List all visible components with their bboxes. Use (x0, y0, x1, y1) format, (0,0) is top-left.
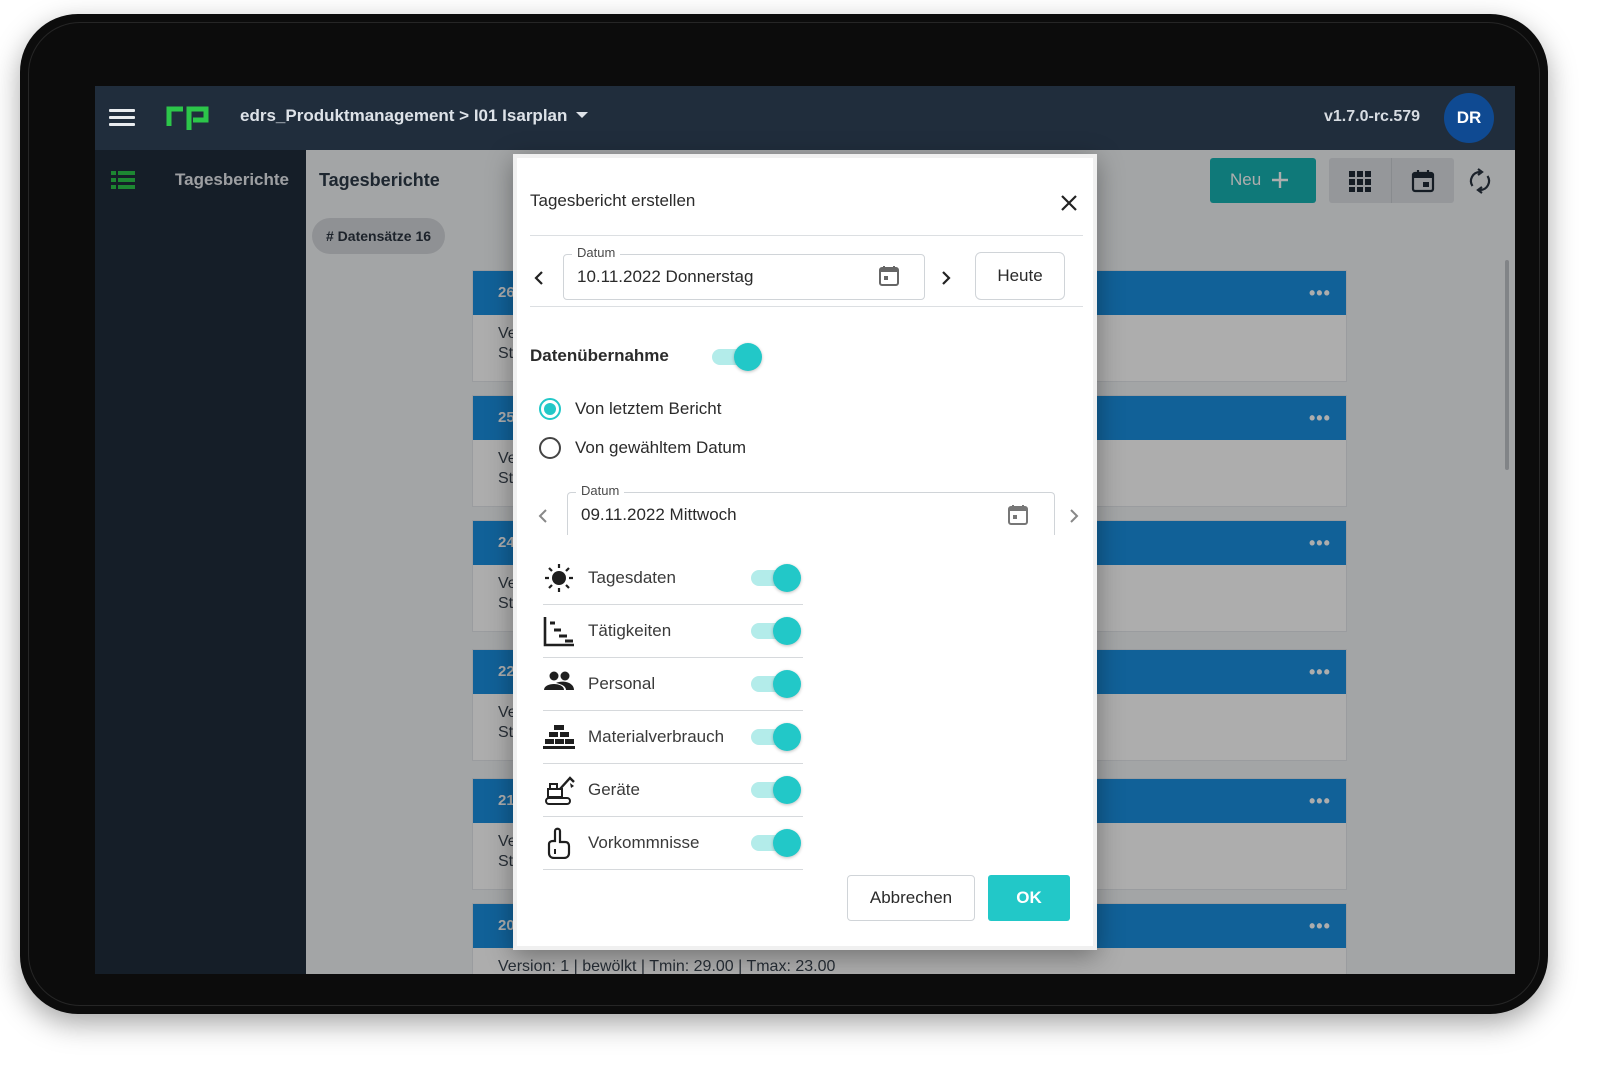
material-bricks-icon (543, 721, 575, 758)
calendar-icon[interactable] (878, 265, 900, 292)
toggle-row-tagesdaten: Tagesdaten (543, 552, 803, 605)
toggle-knob (734, 343, 762, 371)
radio-selected-icon (539, 398, 561, 420)
geraete-toggle[interactable] (751, 776, 801, 804)
toggle-row-geraete: Geräte (543, 764, 803, 817)
date-value: 10.11.2022 Donnerstag (577, 267, 754, 286)
source-date-field-label: Datum (576, 483, 625, 498)
incident-hand-icon (543, 827, 575, 864)
toggle-label: Geräte (588, 780, 640, 799)
dialog-title: Tagesbericht erstellen (530, 191, 696, 210)
source-date-field[interactable]: Datum 09.11.2022 Mittwoch (567, 483, 1055, 535)
toggle-label: Tagesdaten (588, 568, 676, 587)
radio-unselected-icon (539, 437, 561, 459)
previous-source-date-chevron-icon[interactable] (537, 507, 549, 530)
toggle-label: Tätigkeiten (588, 621, 672, 640)
divider (530, 306, 1083, 307)
toggle-knob (773, 723, 801, 751)
close-icon[interactable] (1060, 194, 1078, 217)
vorkommnisse-toggle[interactable] (751, 829, 801, 857)
materialverbrauch-toggle[interactable] (751, 723, 801, 751)
app-screen: edrs_Produktmanagement > I01 Isarplan v1… (95, 86, 1515, 974)
date-field-label: Datum (572, 245, 621, 260)
version-label: v1.7.0-rc.579 (1324, 108, 1421, 125)
sun-icon (543, 562, 575, 599)
toggle-knob (773, 617, 801, 645)
ok-button[interactable]: OK (988, 875, 1070, 921)
hamburger-menu-icon[interactable] (109, 106, 135, 130)
people-icon (543, 668, 575, 705)
toggle-knob (773, 829, 801, 857)
calendar-icon[interactable] (1007, 504, 1029, 531)
data-transfer-toggle[interactable] (712, 343, 762, 371)
data-transfer-label: Datenübernahme (530, 346, 669, 365)
radio-label: Von letztem Bericht (575, 399, 722, 418)
toggle-row-taetigkeiten: Tätigkeiten (543, 605, 803, 658)
top-bar: edrs_Produktmanagement > I01 Isarplan v1… (95, 86, 1515, 150)
today-button[interactable]: Heute (975, 252, 1065, 300)
toggle-knob (773, 776, 801, 804)
project-selector[interactable]: edrs_Produktmanagement > I01 Isarplan (240, 106, 589, 126)
toggle-row-vorkommnisse: Vorkommnisse (543, 817, 803, 870)
previous-date-chevron-icon[interactable] (533, 269, 545, 292)
next-date-chevron-icon[interactable] (940, 269, 952, 292)
divider (530, 235, 1083, 236)
cancel-button[interactable]: Abbrechen (847, 875, 975, 921)
date-field[interactable]: Datum 10.11.2022 Donnerstag (563, 245, 925, 300)
toggle-row-personal: Personal (543, 658, 803, 711)
taetigkeiten-toggle[interactable] (751, 617, 801, 645)
create-report-dialog: Tagesbericht erstellen Datum 10.11.2022 … (513, 154, 1097, 950)
toggle-label: Materialverbrauch (588, 727, 725, 746)
source-date-value: 09.11.2022 Mittwoch (581, 505, 737, 524)
toggle-label: Vorkommnisse (588, 833, 700, 852)
rp-logo-icon[interactable] (166, 103, 210, 136)
user-avatar[interactable]: DR (1444, 93, 1494, 143)
personal-toggle[interactable] (751, 670, 801, 698)
project-path: edrs_Produktmanagement > I01 Isarplan (240, 106, 568, 125)
excavator-icon (543, 774, 575, 811)
toggle-row-materialverbrauch: Materialverbrauch (543, 711, 803, 764)
activities-chart-icon (543, 615, 575, 652)
toggle-knob (773, 670, 801, 698)
tagesdaten-toggle[interactable] (751, 564, 801, 592)
toggle-label: Personal (588, 674, 656, 693)
radio-label: Von gewähltem Datum (575, 438, 747, 457)
toggle-knob (773, 564, 801, 592)
next-source-date-chevron-icon[interactable] (1068, 507, 1080, 530)
caret-down-icon (576, 112, 589, 118)
tablet-frame: edrs_Produktmanagement > I01 Isarplan v1… (20, 14, 1548, 1014)
